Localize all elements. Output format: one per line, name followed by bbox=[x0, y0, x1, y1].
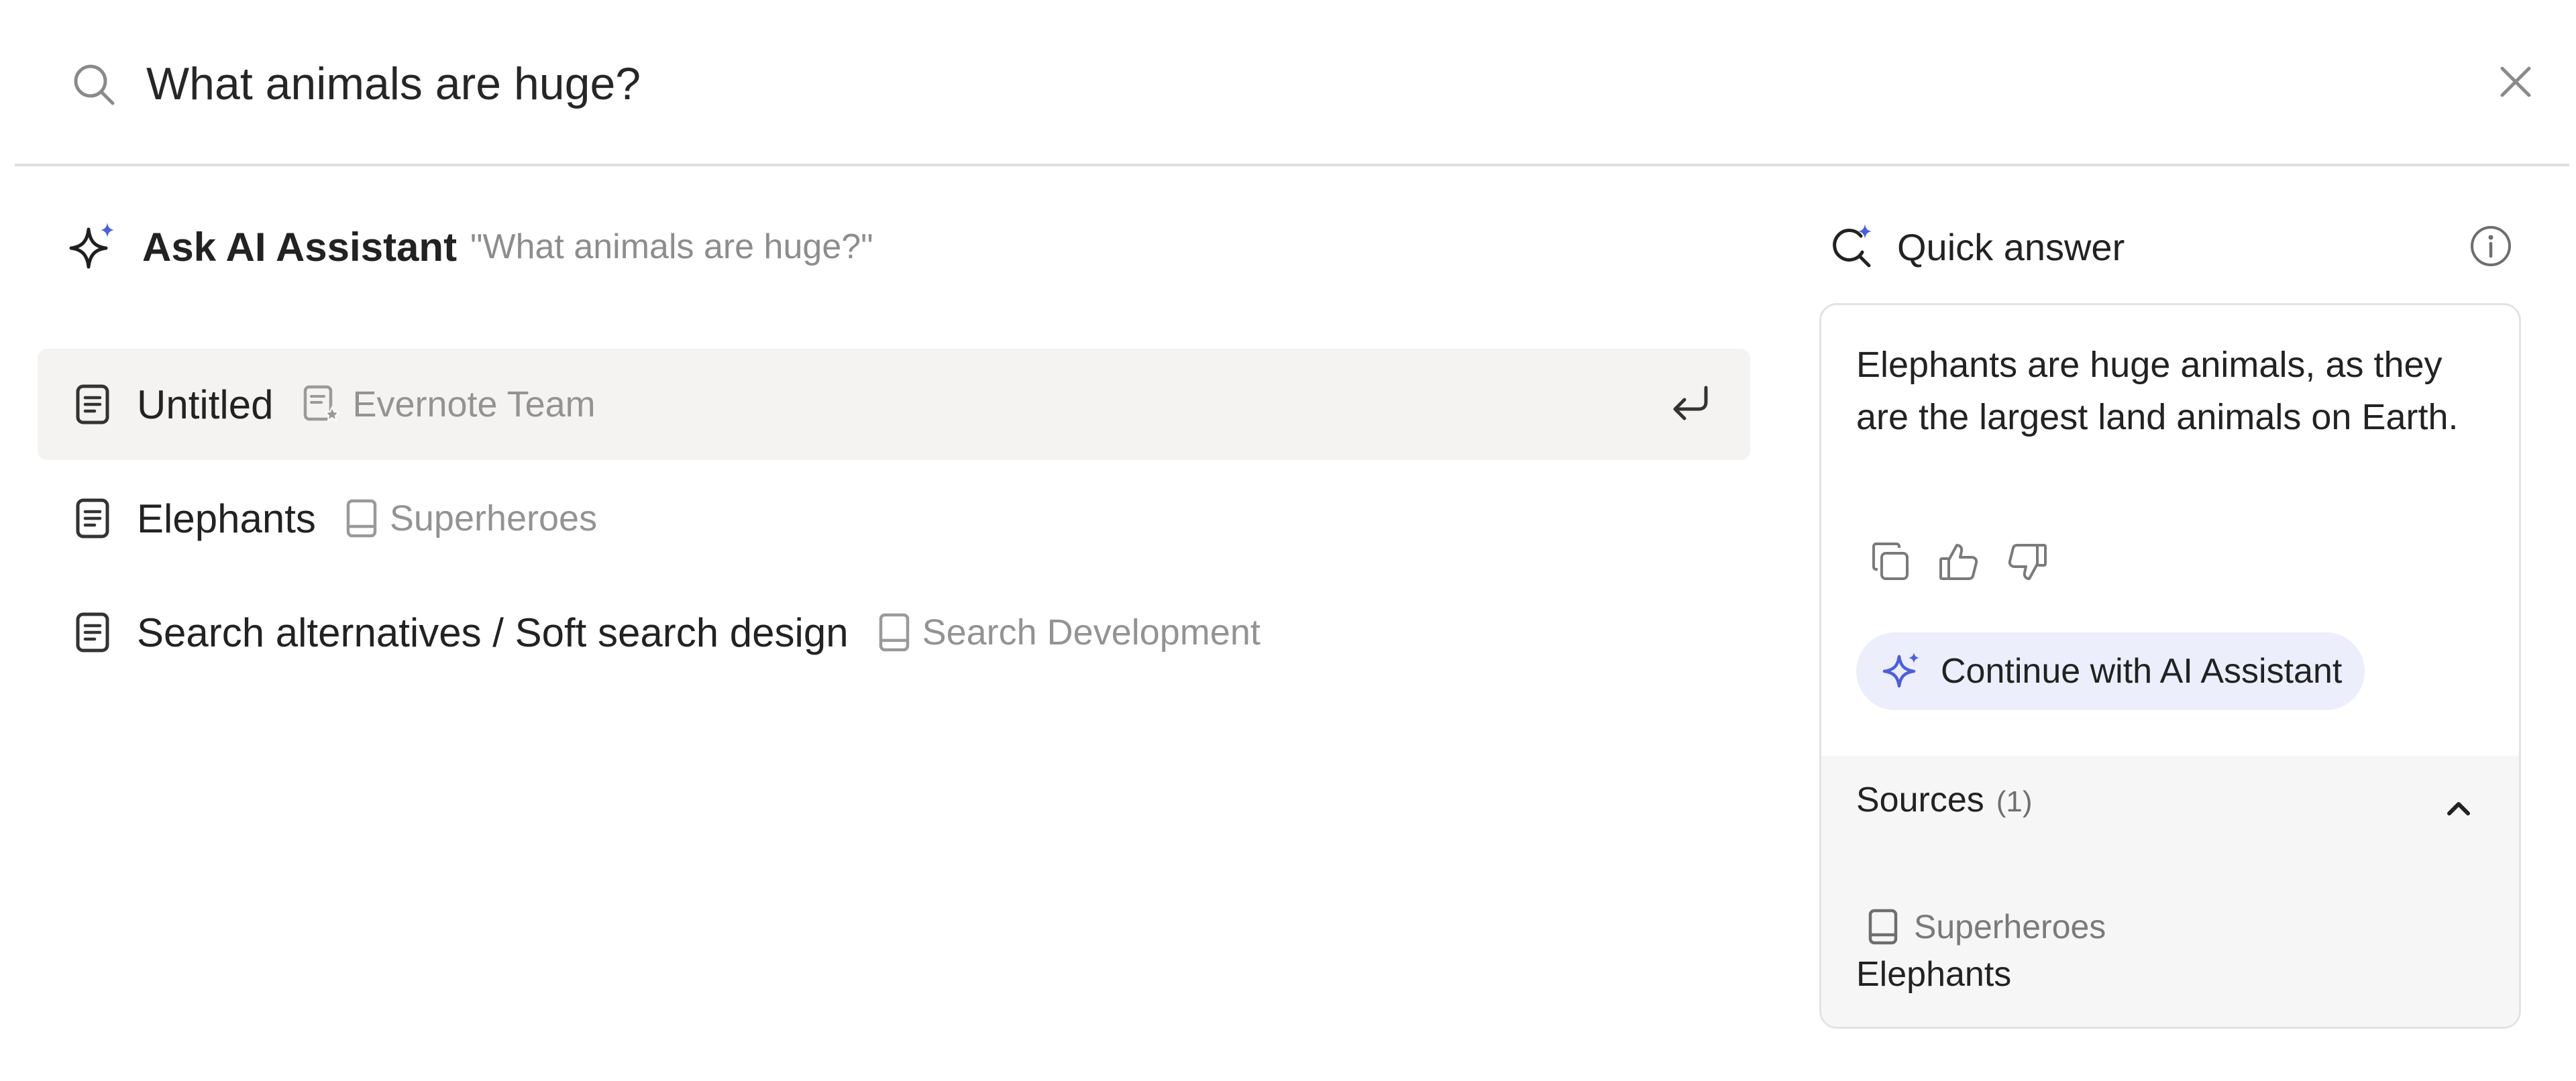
sources-label: Sources bbox=[1856, 781, 1984, 819]
sparkle-icon bbox=[67, 221, 118, 272]
sources-count: (1) bbox=[1996, 785, 2033, 818]
result-title: Elephants bbox=[137, 496, 316, 541]
continue-with-ai-button[interactable]: Continue with AI Assistant bbox=[1856, 632, 2365, 710]
result-row[interactable]: Elephants Superheroes bbox=[38, 463, 1750, 574]
ask-ai-title: Ask AI Assistant bbox=[142, 224, 458, 270]
info-icon[interactable] bbox=[2469, 224, 2513, 268]
sources-panel: Sources (1) Superheroes Elephants bbox=[1821, 756, 2519, 1027]
enter-key-icon bbox=[1670, 382, 1713, 425]
result-title: Untitled bbox=[137, 382, 274, 427]
result-title: Search alternatives / Soft search design bbox=[137, 610, 849, 655]
continue-with-ai-label: Continue with AI Assistant bbox=[1941, 652, 2343, 691]
chevron-up-icon[interactable] bbox=[2444, 797, 2473, 817]
quick-answer-text: Elephants are huge animals, as they are … bbox=[1856, 345, 2459, 437]
copy-icon[interactable] bbox=[1870, 541, 1911, 583]
close-icon[interactable] bbox=[2497, 63, 2534, 101]
feedback-row bbox=[1870, 541, 2048, 583]
sparkle-icon bbox=[1882, 651, 1922, 691]
sources-header[interactable]: Sources (1) bbox=[1856, 780, 2033, 820]
quick-answer-card: Elephants are huge animals, as they are … bbox=[1819, 303, 2521, 1029]
ask-ai-query: "What animals are huge?" bbox=[470, 227, 873, 266]
result-notebook: Search Development bbox=[922, 612, 1260, 652]
result-row[interactable]: Search alternatives / Soft search design… bbox=[38, 577, 1750, 688]
source-notebook-row: Superheroes bbox=[1856, 907, 2106, 946]
thumbs-down-icon[interactable] bbox=[2006, 541, 2048, 583]
search-bar bbox=[15, 0, 2569, 166]
quick-answer-title: Quick answer bbox=[1897, 225, 2125, 268]
ask-ai-assistant-row[interactable]: Ask AI Assistant "What animals are huge?… bbox=[67, 220, 873, 274]
search-input[interactable] bbox=[146, 47, 2427, 121]
thumbs-up-icon[interactable] bbox=[1938, 541, 1980, 583]
ai-search-icon bbox=[1829, 223, 1877, 271]
source-notebook: Superheroes bbox=[1914, 908, 2106, 946]
source-note-title: Elephants bbox=[1856, 955, 2012, 994]
notebook-icon bbox=[877, 612, 912, 652]
note-icon bbox=[75, 384, 110, 424]
note-icon bbox=[75, 498, 110, 538]
result-row[interactable]: Untitled Evernote Team bbox=[38, 349, 1750, 460]
notebook-icon bbox=[1867, 908, 1899, 946]
source-item[interactable]: Superheroes Elephants bbox=[1856, 907, 2106, 994]
result-notebook: Evernote Team bbox=[352, 384, 596, 424]
result-notebook: Superheroes bbox=[389, 498, 598, 538]
notebook-icon bbox=[344, 498, 379, 538]
note-icon bbox=[75, 612, 110, 652]
search-icon bbox=[70, 60, 118, 109]
shared-notebook-icon bbox=[301, 384, 341, 424]
quick-answer-header: Quick answer bbox=[1829, 220, 2125, 274]
